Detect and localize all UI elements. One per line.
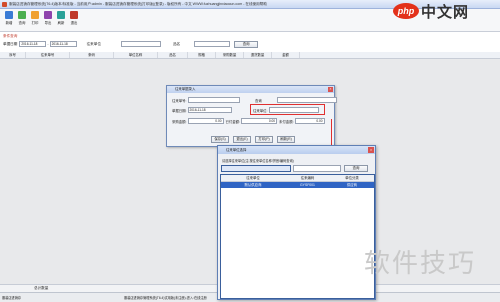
status-mid: 服装店进销存管理系统(T6.4)试用版(未注册)-进入:在线注册 [124, 296, 207, 300]
toolbar-exit-button[interactable]: 退出 [68, 11, 80, 31]
list-cell: GYSF001 [300, 183, 315, 187]
search-field[interactable] [276, 97, 337, 103]
exit-button[interactable]: 退出(E) [233, 136, 251, 143]
order-entry-dialog: 往来单据录入 × 往来单号: 查询 单据日期: 2016-11-18 往来单位:… [166, 85, 337, 147]
order-no-label: 往来单号: [172, 98, 187, 103]
list-col-header[interactable]: 往来单位 [221, 175, 285, 181]
save-button[interactable]: 保存(S) [211, 136, 229, 143]
section-label: 条件查询 [3, 34, 18, 38]
php-watermark-text: 中文网 [421, 3, 470, 21]
toolbar-refresh-button[interactable]: 刷新 [55, 11, 67, 31]
refresh-button[interactable]: 刷新(R) [277, 136, 295, 143]
toolbar-new-button[interactable]: 新增 [3, 11, 15, 31]
status-left: 服装店进销存 [2, 296, 22, 300]
supplier-search-field[interactable] [293, 165, 341, 172]
toolbar-label: 查询 [18, 21, 26, 25]
unpaid-label: 未付金额: [279, 119, 294, 124]
grid-col-header[interactable]: 单位名称 [114, 52, 158, 58]
product-label: 品名 [172, 41, 181, 46]
close-icon[interactable]: × [368, 147, 374, 153]
dialog-titlebar: 往来单据录入 × [167, 86, 334, 93]
app-icon [2, 1, 7, 7]
toolbar-label: 打印 [31, 21, 39, 25]
supplier-label: 往来单位 [86, 41, 101, 46]
list-col-header[interactable]: 单位分类 [330, 175, 374, 181]
grid-col-header[interactable]: 往来单号 [26, 52, 70, 58]
dialog-date-label: 单据日期: [172, 108, 187, 113]
grid-col-header[interactable]: 序号 [0, 52, 26, 58]
refresh-icon [57, 11, 65, 19]
supplier-select[interactable] [221, 165, 291, 172]
toolbar-export-button[interactable]: 导出 [42, 11, 54, 31]
summary-label: 总计数量 [34, 286, 49, 290]
list-col-header[interactable]: 往来编码 [285, 175, 330, 181]
paid-label: 已付金额: [225, 119, 241, 124]
unpaid-field[interactable]: 0.00 [294, 118, 325, 124]
grid-col-header[interactable]: 金额 [272, 52, 300, 58]
order-no-field[interactable] [187, 97, 240, 103]
grid-col-header[interactable]: 规格 [188, 52, 216, 58]
php-watermark: php 中文网 [393, 1, 497, 21]
list-cell: 默认供应商 [244, 183, 262, 187]
dialog-date-field[interactable]: 2016-11-18 [187, 107, 232, 113]
product-field[interactable] [194, 41, 231, 47]
amount-row: 采购金额: 0.00 已付金额: 0.00 未付金额: 0.00 [172, 118, 325, 124]
grid-header: 序号 往来单号 条码 单位名称 品名 规格 采购数量 退货数量 金额 [0, 52, 500, 59]
window-title: 服装店进销存管理系统(T6.4)版本/标准版 - 当前用户:admin - 服装… [9, 1, 267, 6]
date-from-field[interactable]: 2016-11-18 [19, 41, 47, 47]
new-doc-icon [5, 11, 13, 19]
supplier-select-dialog: 往来单位选择 × 请选择往来单位(注:按往来单位名称/拼音/编码查询) 查询 往… [217, 145, 376, 300]
grid-col-header[interactable]: 品名 [158, 52, 188, 58]
search-label: 查询 [255, 98, 262, 103]
toolbar-label: 刷新 [57, 21, 65, 25]
toolbar-label: 退出 [70, 21, 78, 25]
amount-field[interactable]: 0.00 [187, 118, 224, 124]
supplier-field[interactable] [120, 41, 161, 47]
php-logo: php [393, 3, 419, 19]
date-row: 单据日期: 2016-11-18 [172, 107, 232, 113]
grid-col-header[interactable]: 采购数量 [216, 52, 244, 58]
dialog-title: 往来单据录入 [175, 87, 196, 91]
print-icon [31, 11, 39, 19]
rjjq-watermark: 软件技巧 [364, 248, 477, 278]
close-icon[interactable]: × [328, 87, 333, 92]
supplier-list[interactable]: 往来单位 往来编码 单位分类 默认供应商 GYSF001 供应商 [220, 174, 375, 299]
toolbar-query-button[interactable]: 查询 [16, 11, 28, 31]
date-label: 单据日期 [3, 41, 18, 46]
query-button[interactable]: 查询 [234, 40, 259, 48]
list-cell: 供应商 [346, 183, 358, 187]
date-to-field[interactable]: 2016-11-18 [49, 41, 77, 47]
dialog-button-row: 保存(S) 退出(E) 打印(P) 刷新(R) [211, 136, 299, 143]
paid-field[interactable]: 0.00 [241, 118, 278, 124]
amount-label: 采购金额: [172, 119, 187, 124]
filter-row: 单据日期 2016-11-18 - 2016-11-18 往来单位 品名 查询 [3, 40, 498, 48]
grid-col-header[interactable]: 退货数量 [244, 52, 272, 58]
print-button[interactable]: 打印(P) [255, 136, 273, 143]
toolbar-label: 新增 [5, 21, 13, 25]
exit-icon [70, 11, 78, 19]
toolbar-print-button[interactable]: 打印 [29, 11, 41, 31]
highlight-box [250, 104, 325, 115]
dialog-hint: 请选择往来单位(注:按往来单位名称/拼音/编码查询) [222, 159, 294, 163]
supplier-search-button[interactable]: 查询 [344, 165, 368, 172]
order-no-row: 往来单号: [172, 97, 240, 103]
dialog-title: 往来单位选择 [226, 148, 247, 152]
search-icon [18, 11, 26, 19]
date-separator: - [47, 42, 49, 46]
dialog-titlebar: 往来单位选择 × [218, 146, 375, 154]
toolbar-label: 导出 [44, 21, 52, 25]
grid-col-header[interactable]: 条码 [70, 52, 114, 58]
list-header: 往来单位 往来编码 单位分类 [221, 175, 374, 182]
search-row: 查询 [255, 97, 337, 103]
list-row-selected[interactable]: 默认供应商 GYSF001 供应商 [221, 182, 374, 188]
export-icon [44, 11, 52, 19]
